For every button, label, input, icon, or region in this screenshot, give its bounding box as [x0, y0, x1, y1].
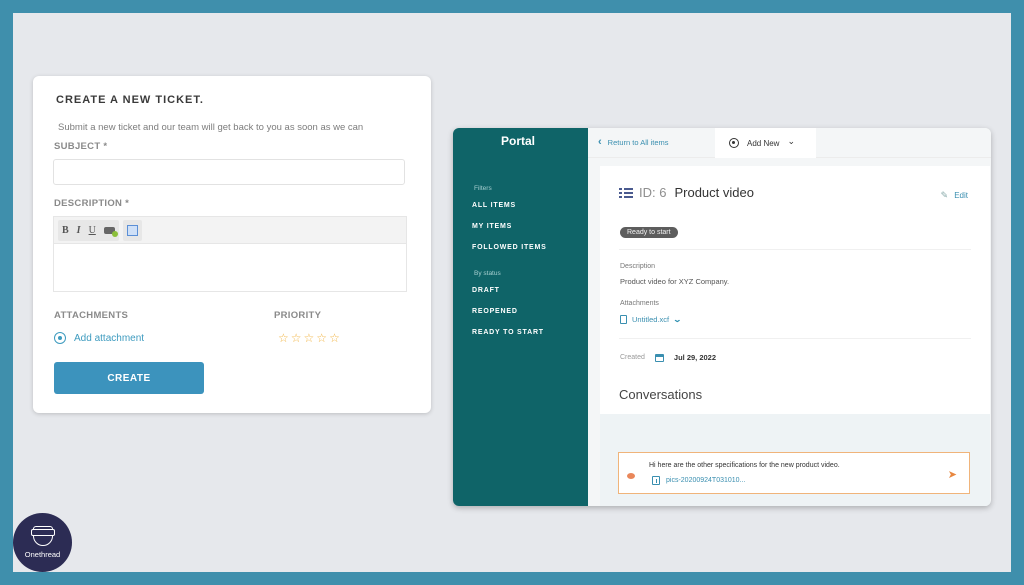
chevron-down-icon: ⌄ — [787, 135, 796, 146]
status-heading: By status — [474, 270, 501, 277]
edit-button[interactable]: ✎ Edit — [941, 190, 968, 201]
sidebar-item-ready-to-start[interactable]: READY TO START — [472, 329, 544, 336]
add-attachment-button[interactable]: Add attachment — [54, 332, 144, 344]
add-new-label: Add New — [747, 138, 780, 148]
created-row: Created Jul 29, 2022 — [620, 353, 716, 362]
add-circle-icon — [54, 332, 66, 344]
sidebar-item-my-items[interactable]: MY ITEMS — [472, 223, 512, 230]
star-icon[interactable]: ☆ — [316, 331, 327, 345]
bold-button[interactable]: B — [62, 225, 69, 236]
message-attachment-name: pics-20200924T031010... — [666, 477, 746, 484]
sidebar-item-followed-items[interactable]: FOLLOWED ITEMS — [472, 244, 547, 251]
edit-label: Edit — [954, 191, 968, 200]
chevron-down-icon[interactable]: ⌄ — [673, 315, 682, 324]
calendar-icon — [654, 353, 664, 362]
checklist-icon — [619, 187, 633, 199]
star-icon[interactable]: ☆ — [278, 331, 289, 345]
description-label: Description — [620, 263, 656, 270]
attachment-filename: Untitled.xcf — [632, 315, 670, 324]
add-attachment-label: Add attachment — [74, 332, 145, 344]
attachments-label: Attachments — [620, 300, 659, 307]
star-icon[interactable]: ☆ — [291, 331, 302, 345]
form-subtitle: Submit a new ticket and our team will ge… — [58, 122, 364, 133]
created-date: Jul 29, 2022 — [673, 353, 717, 362]
subject-label: SUBJECT * — [54, 141, 108, 152]
description-editor[interactable]: B I U — [53, 216, 407, 292]
logo-icon — [30, 526, 55, 546]
message-composer[interactable]: Hi here are the other specifications for… — [618, 452, 970, 494]
link-icon[interactable] — [103, 226, 118, 237]
priority-rating[interactable]: ☆ ☆ ☆ ☆ ☆ — [278, 331, 340, 345]
priority-label: PRIORITY — [274, 310, 322, 321]
send-icon[interactable]: ➤ — [948, 468, 957, 481]
sidebar: Portal Filters ALL ITEMS MY ITEMS FOLLOW… — [453, 128, 588, 506]
insert-image-icon[interactable] — [126, 224, 138, 236]
portal-title: Portal — [500, 134, 535, 148]
filters-heading: Filters — [474, 185, 492, 192]
chevron-left-icon: ‹ — [598, 136, 602, 148]
logo-text: Onethread — [24, 550, 61, 559]
divider — [619, 338, 971, 339]
create-ticket-form: CREATE A NEW TICKET. Submit a new ticket… — [33, 76, 431, 413]
pencil-icon: ✎ — [940, 190, 949, 200]
return-link[interactable]: ‹ Return to All items — [598, 136, 669, 148]
item-detail-panel: ID: 6 Product video ✎ Edit Ready to star… — [600, 166, 990, 414]
create-button[interactable]: CREATE — [54, 362, 204, 394]
sidebar-item-reopened[interactable]: REOPENED — [472, 308, 518, 315]
file-icon — [620, 315, 627, 324]
item-id: ID: 6 — [639, 185, 667, 200]
onethread-logo: Onethread — [13, 513, 72, 572]
file-icon — [652, 476, 660, 485]
message-text: Hi here are the other specifications for… — [649, 462, 840, 469]
portal-window: Portal Filters ALL ITEMS MY ITEMS FOLLOW… — [453, 128, 991, 506]
format-group: B I U — [58, 219, 119, 241]
add-circle-icon — [729, 138, 739, 148]
star-icon[interactable]: ☆ — [304, 331, 315, 345]
item-header: ID: 6 Product video — [619, 185, 754, 200]
sidebar-item-all-items[interactable]: ALL ITEMS — [472, 202, 516, 209]
status-badge: Ready to start — [620, 227, 678, 238]
avatar — [627, 473, 635, 479]
created-label: Created — [620, 354, 645, 361]
sidebar-item-draft[interactable]: DRAFT — [472, 287, 500, 294]
divider — [619, 249, 971, 250]
underline-button[interactable]: U — [89, 225, 96, 236]
form-title: CREATE A NEW TICKET. — [56, 94, 204, 106]
attachments-label: ATTACHMENTS — [54, 310, 129, 321]
conversation-area: Hi here are the other specifications for… — [600, 414, 990, 506]
return-link-label: Return to All items — [607, 137, 669, 147]
italic-button[interactable]: I — [77, 225, 81, 236]
description-label: DESCRIPTION * — [54, 198, 130, 209]
message-attachment-link[interactable]: pics-20200924T031010... — [652, 476, 745, 485]
star-icon[interactable]: ☆ — [329, 331, 340, 345]
insert-group — [122, 219, 142, 241]
topbar: ‹ Return to All items Add New ⌄ — [588, 128, 991, 158]
editor-toolbar: B I U — [54, 217, 406, 244]
add-new-button[interactable]: Add New ⌄ — [715, 128, 816, 158]
subject-input[interactable] — [53, 159, 405, 185]
conversations-title: Conversations — [619, 387, 703, 402]
attachment-file-link[interactable]: Untitled.xcf ⌄ — [620, 315, 682, 324]
description-value: Product video for XYZ Company. — [620, 277, 730, 286]
item-title: Product video — [674, 185, 754, 200]
